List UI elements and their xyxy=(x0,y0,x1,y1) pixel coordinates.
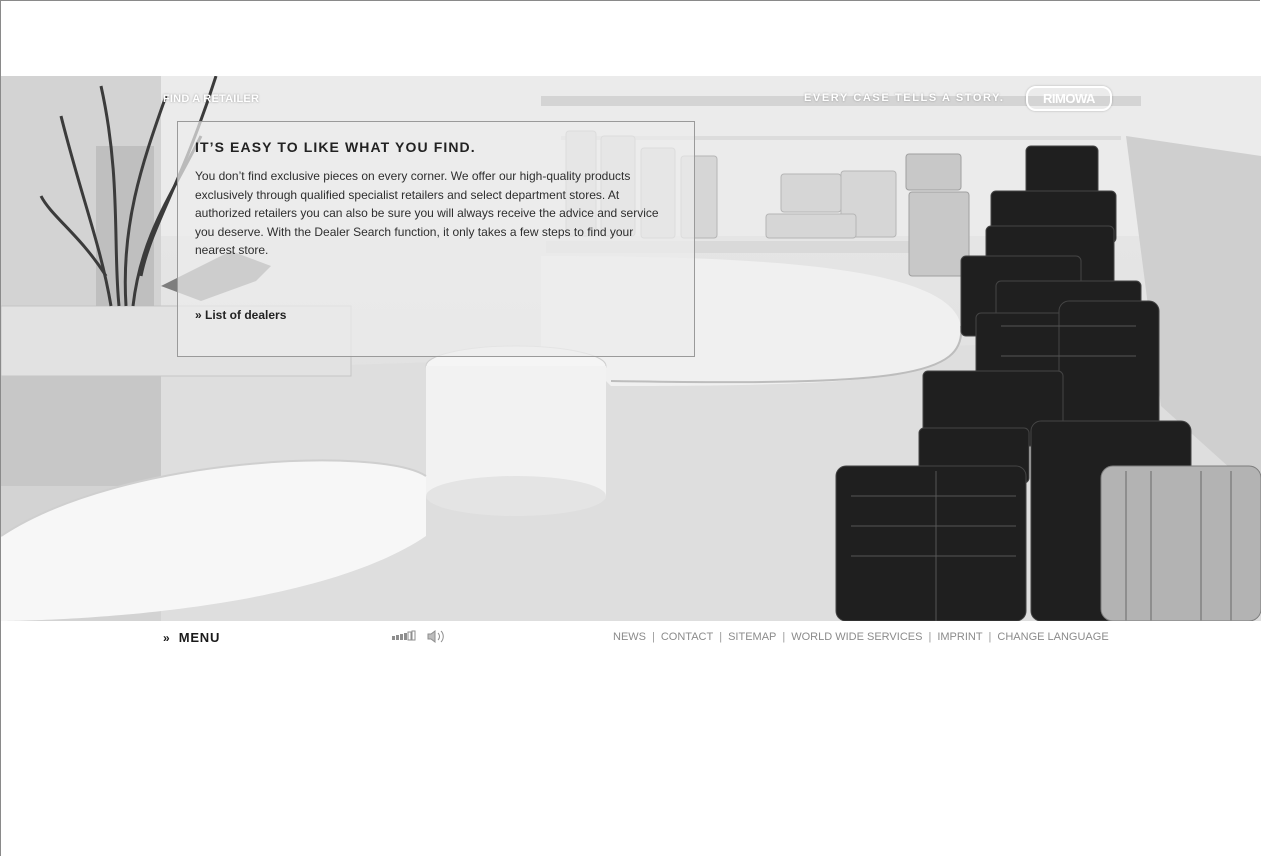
volume-bars-icon xyxy=(392,630,416,641)
menu-arrow-icon: » xyxy=(163,631,170,645)
hero-image: FIND A RETAILER EVERY CASE TELLS A STORY… xyxy=(1,76,1261,621)
footer-separator: | xyxy=(652,631,655,643)
panel-body-text: You don’t find exclusive pieces on every… xyxy=(195,169,659,257)
brand-tagline: EVERY CASE TELLS A STORY. xyxy=(804,92,1005,104)
menu-label: MENU xyxy=(178,630,221,645)
retailer-info-panel: IT’S EASY TO LIKE WHAT YOU FIND. You don… xyxy=(177,121,695,357)
footer-separator: | xyxy=(988,631,992,643)
footer-links: NEWS | CONTACT | SITEMAP | WORLD WIDE SERVICES… xyxy=(613,631,1109,643)
page-section-title: FIND A RETAILER xyxy=(163,93,260,105)
footer-separator: | xyxy=(719,631,723,643)
footer-link-imprint[interactable]: IMPRINT xyxy=(937,631,982,643)
rimowa-logo[interactable]: RIMOWA xyxy=(1026,86,1112,111)
footer-link-world-wide-services[interactable]: WORLD WIDE SERVICES xyxy=(791,631,922,643)
panel-heading: IT’S EASY TO LIKE WHAT YOU FIND. xyxy=(195,139,476,155)
footer-link-news[interactable]: NEWS xyxy=(613,631,646,643)
volume-control[interactable] xyxy=(391,630,451,644)
footer-separator: | xyxy=(782,631,786,643)
footer-link-contact[interactable]: CONTACT xyxy=(661,631,713,643)
footer-link-sitemap[interactable]: SITEMAP xyxy=(728,631,776,643)
footer-bar: » MENU NEWS | CONTACT | SITEMAP | WORLD WIDE SE… xyxy=(0,621,1261,655)
footer-link-change-language[interactable]: CHANGE LANGUAGE xyxy=(997,631,1108,643)
menu-button[interactable]: » MENU xyxy=(163,630,220,645)
list-of-dealers-link[interactable]: » List of dealers xyxy=(195,308,286,322)
speaker-icon xyxy=(427,630,444,643)
footer-separator: | xyxy=(928,631,932,643)
